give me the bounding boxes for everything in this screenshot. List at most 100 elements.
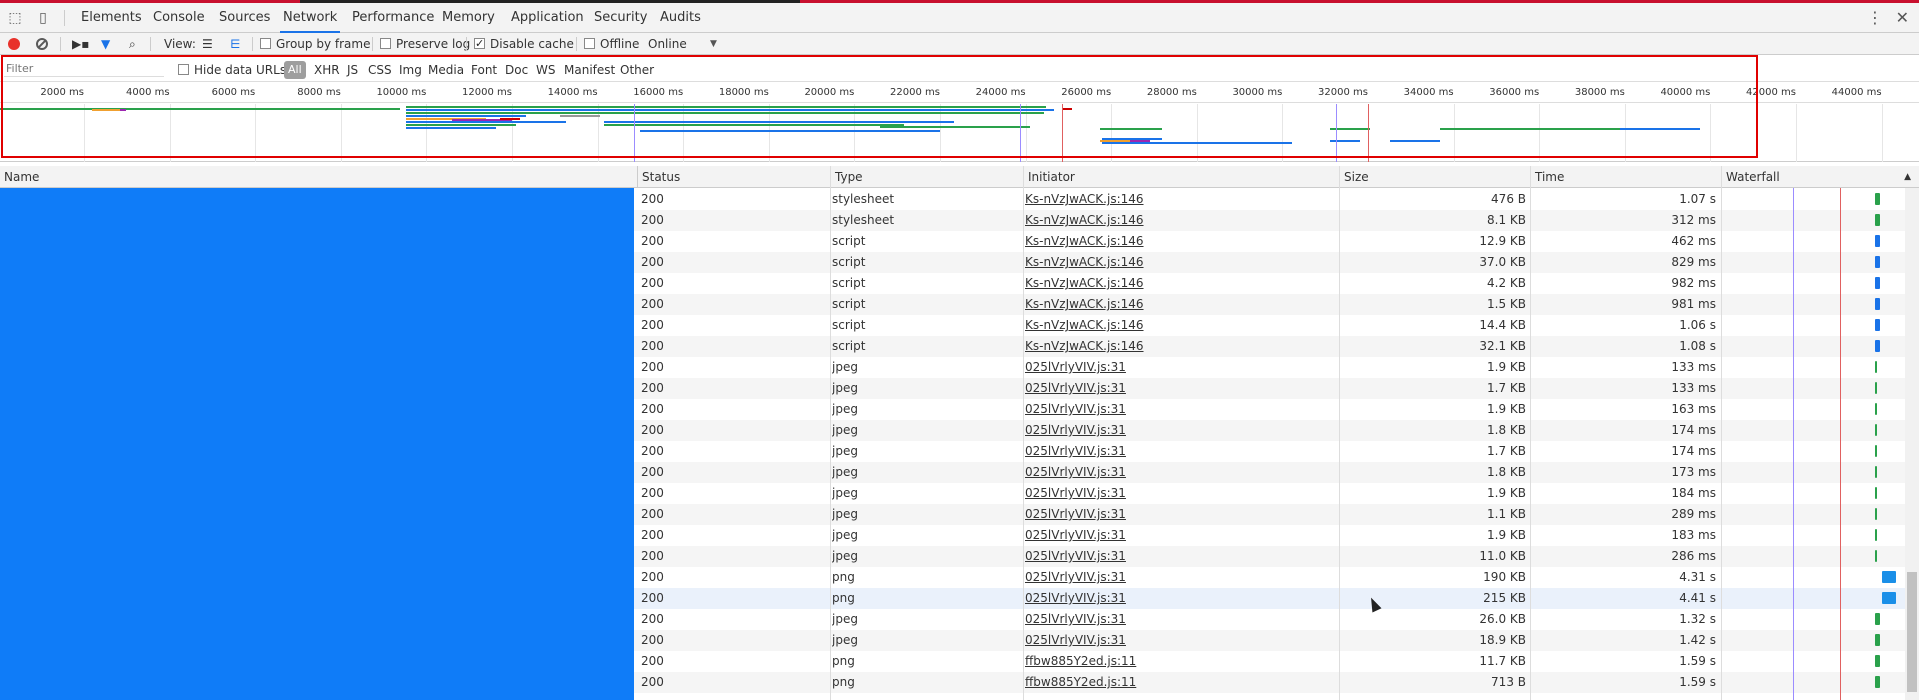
initiator-link[interactable]: Ks-nVzJwACK.js:146 [1025,336,1325,357]
type-cell: png [832,654,855,668]
tab-memory[interactable]: Memory [439,3,498,33]
overview-request-bar [406,121,566,123]
filter-icon[interactable]: ▼ [101,36,110,52]
column-size[interactable]: Size [1339,166,1530,188]
table-row[interactable]: 200 script Ks-nVzJwACK.js:146 12.9 KB 462 ms [634,231,1919,252]
initiator-link[interactable]: 025lVrlyVIV.js:31 [1025,630,1325,651]
table-row[interactable]: 200 jpeg 025lVrlyVIV.js:31 1.7 KB 133 ms [634,378,1919,399]
table-row[interactable]: 200 script Ks-nVzJwACK.js:146 37.0 KB 829 ms [634,252,1919,273]
type-filter-doc[interactable]: Doc [505,62,528,78]
initiator-link[interactable]: 025lVrlyVIV.js:31 [1025,441,1325,462]
tab-console[interactable]: Console [150,3,208,33]
table-row[interactable]: 200 jpeg 025lVrlyVIV.js:31 26.0 KB 1.32 s [634,609,1919,630]
initiator-link[interactable]: Ks-nVzJwACK.js:146 [1025,189,1325,210]
table-row[interactable]: 200 png ffbw885Y2ed.js:11 11.7 KB 1.59 s [634,651,1919,672]
record-button[interactable] [8,38,20,54]
initiator-link[interactable]: 025lVrlyVIV.js:31 [1025,399,1325,420]
group-by-frame-checkbox[interactable]: Group by frame [260,36,370,52]
table-row[interactable]: 200 jpeg 025lVrlyVIV.js:31 1.7 KB 174 ms [634,441,1919,462]
scrollbar-thumb[interactable] [1907,572,1917,692]
type-filter-xhr[interactable]: XHR [314,62,340,78]
overview-icon[interactable]: ⋿ [230,36,240,52]
status-cell: 200 [641,381,664,395]
initiator-link[interactable]: 025lVrlyVIV.js:31 [1025,609,1325,630]
table-row[interactable]: 200 png 025lVrlyVIV.js:31 215 KB 4.41 s [634,588,1919,609]
table-row[interactable]: 200 jpeg 025lVrlyVIV.js:31 18.9 KB 1.42 s [634,630,1919,651]
inspect-element-icon[interactable]: ⬚ [6,9,24,27]
table-row[interactable]: 200 jpeg 025lVrlyVIV.js:31 1.9 KB 163 ms [634,399,1919,420]
column-time[interactable]: Time [1530,166,1721,188]
table-row[interactable]: 200 script Ks-nVzJwACK.js:146 4.2 KB 982 ms [634,273,1919,294]
initiator-link[interactable]: Ks-nVzJwACK.js:146 [1025,315,1325,336]
tab-network[interactable]: Network [280,3,341,33]
type-filter-img[interactable]: Img [399,62,422,78]
type-filter-all[interactable]: All [284,61,306,79]
tab-performance[interactable]: Performance [349,3,437,33]
initiator-link[interactable]: Ks-nVzJwACK.js:146 [1025,273,1325,294]
initiator-link[interactable]: 025lVrlyVIV.js:31 [1025,504,1325,525]
table-row[interactable]: 200 jpeg 025lVrlyVIV.js:31 1.8 KB 174 ms [634,420,1919,441]
throttling-select[interactable]: Online ▼ [648,36,720,52]
column-name[interactable]: Name [0,166,637,188]
tab-sources[interactable]: Sources [216,3,273,33]
table-row[interactable]: 200 jpeg 025lVrlyVIV.js:31 1.1 KB 289 ms [634,504,1919,525]
initiator-link[interactable]: 025lVrlyVIV.js:31 [1025,546,1325,567]
table-row[interactable]: 200 png 025lVrlyVIV.js:31 190 KB 4.31 s [634,567,1919,588]
clear-button[interactable] [36,38,48,54]
initiator-link[interactable]: Ks-nVzJwACK.js:146 [1025,210,1325,231]
search-icon[interactable]: ⌕ [129,36,136,52]
initiator-link[interactable]: 025lVrlyVIV.js:31 [1025,525,1325,546]
initiator-link[interactable]: 025lVrlyVIV.js:31 [1025,462,1325,483]
initiator-link[interactable]: ffbw885Y2ed.js:11 [1025,651,1325,672]
capture-screenshots-icon[interactable]: ▶▪ [72,36,89,52]
initiator-link[interactable]: Ks-nVzJwACK.js:146 [1025,294,1325,315]
type-filter-css[interactable]: CSS [368,62,392,78]
tab-security[interactable]: Security [591,3,650,33]
initiator-link[interactable]: 025lVrlyVIV.js:31 [1025,483,1325,504]
initiator-link[interactable]: 025lVrlyVIV.js:31 [1025,588,1325,609]
table-row[interactable]: 200 stylesheet Ks-nVzJwACK.js:146 8.1 KB 312… [634,210,1919,231]
initiator-link[interactable]: 025lVrlyVIV.js:31 [1025,378,1325,399]
table-row[interactable]: 200 jpeg 025lVrlyVIV.js:31 1.9 KB 133 ms [634,357,1919,378]
column-initiator[interactable]: Initiator [1023,166,1339,188]
type-filter-ws[interactable]: WS [536,62,555,78]
type-filter-font[interactable]: Font [471,62,497,78]
more-options-icon[interactable]: ⋮ [1867,8,1883,27]
table-row[interactable]: 200 png ffbw885Y2ed.js:11 713 B 1.59 s [634,672,1919,693]
type-filter-media[interactable]: Media [428,62,464,78]
offline-checkbox[interactable]: Offline [584,36,639,52]
network-overview[interactable]: 2000 ms 4000 ms 6000 ms 8000 ms 10000 ms 1200… [0,82,1919,162]
hide-data-urls-checkbox[interactable]: Hide data URLs [178,62,286,78]
initiator-link[interactable]: ffbw885Y2ed.js:11 [1025,672,1325,693]
table-row[interactable]: 200 script Ks-nVzJwACK.js:146 14.4 KB 1.06 s [634,315,1919,336]
type-filter-manifest[interactable]: Manifest [564,62,615,78]
initiator-link[interactable]: 025lVrlyVIV.js:31 [1025,357,1325,378]
column-status[interactable]: Status [637,166,830,188]
initiator-link[interactable]: 025lVrlyVIV.js:31 [1025,567,1325,588]
initiator-link[interactable]: Ks-nVzJwACK.js:146 [1025,231,1325,252]
table-row[interactable]: 200 jpeg 025lVrlyVIV.js:31 1.9 KB 184 ms [634,483,1919,504]
tab-application[interactable]: Application [508,3,587,33]
table-row[interactable]: 200 script Ks-nVzJwACK.js:146 32.1 KB 1.08 s [634,336,1919,357]
tab-elements[interactable]: Elements [78,3,145,33]
type-filter-other[interactable]: Other [620,62,654,78]
overview-request-bar [604,121,954,123]
table-row[interactable]: 200 script Ks-nVzJwACK.js:146 1.5 KB 981 ms [634,294,1919,315]
type-filter-js[interactable]: JS [347,62,358,78]
table-row[interactable]: 200 jpeg 025lVrlyVIV.js:31 11.0 KB 286 ms [634,546,1919,567]
device-toolbar-icon[interactable]: ▯ [34,9,52,27]
preserve-log-checkbox[interactable]: Preserve log [380,36,470,52]
initiator-link[interactable]: 025lVrlyVIV.js:31 [1025,420,1325,441]
filter-input[interactable] [4,61,164,77]
scrollbar[interactable] [1905,188,1919,700]
initiator-link[interactable]: Ks-nVzJwACK.js:146 [1025,252,1325,273]
table-row[interactable]: 200 stylesheet Ks-nVzJwACK.js:146 476 B 1.07… [634,189,1919,210]
close-icon[interactable]: ✕ [1896,8,1909,27]
disable-cache-checkbox[interactable]: Disable cache [474,36,574,52]
large-rows-icon[interactable]: ☰ [202,36,213,52]
column-type[interactable]: Type [830,166,1023,188]
table-row[interactable]: 200 jpeg 025lVrlyVIV.js:31 1.8 KB 173 ms [634,462,1919,483]
tab-audits[interactable]: Audits [657,3,704,33]
column-waterfall[interactable]: Waterfall ▲ [1721,166,1919,188]
table-row[interactable]: 200 jpeg 025lVrlyVIV.js:31 1.9 KB 183 ms [634,525,1919,546]
